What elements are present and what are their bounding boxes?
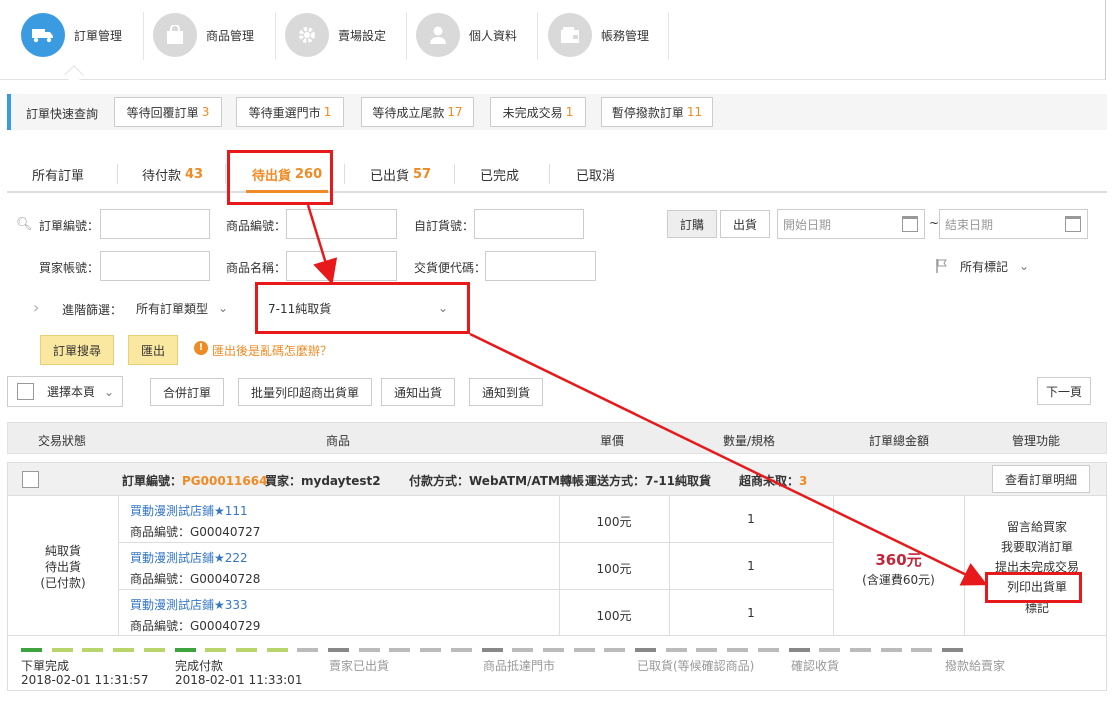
annotation-arrow bbox=[306, 204, 338, 285]
annotation-arrows bbox=[306, 204, 988, 586]
annotation-arrow bbox=[469, 332, 988, 586]
